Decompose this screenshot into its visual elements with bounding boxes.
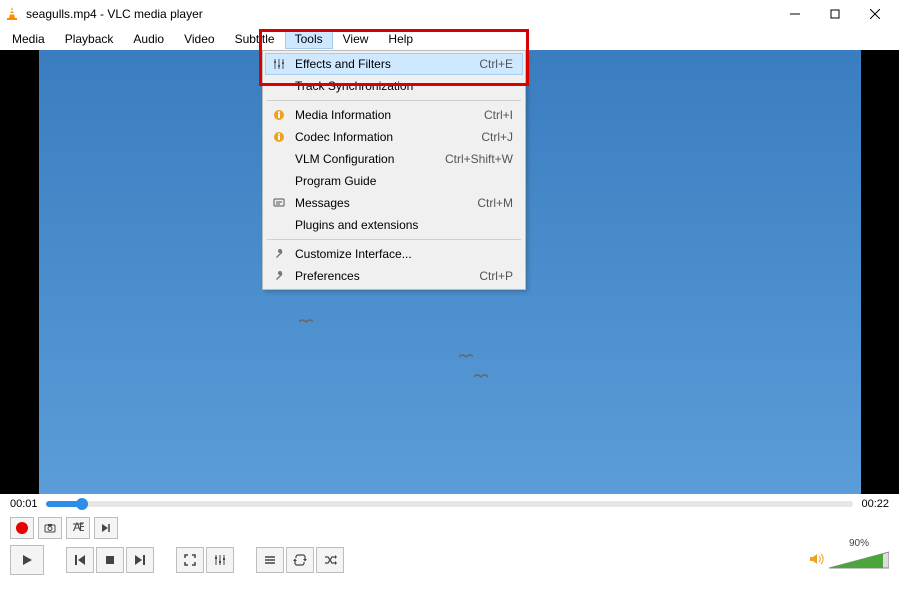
ab-loop-icon: AB (72, 522, 84, 534)
wrench-icon (269, 248, 289, 260)
snapshot-button[interactable] (38, 517, 62, 539)
close-button[interactable] (855, 2, 895, 26)
dd-label: Preferences (289, 269, 479, 283)
minimize-button[interactable] (775, 2, 815, 26)
shuffle-button[interactable] (316, 547, 344, 573)
menu-playback[interactable]: Playback (55, 29, 124, 49)
playlist-button[interactable] (256, 547, 284, 573)
menu-subtitle[interactable]: Subtitle (225, 29, 285, 49)
bird-icon (459, 350, 473, 358)
time-elapsed[interactable]: 00:01 (10, 498, 38, 510)
stop-button[interactable] (96, 547, 124, 573)
menu-customize[interactable]: Customize Interface... (265, 243, 523, 265)
menu-view[interactable]: View (333, 29, 379, 49)
dd-label: Plugins and extensions (289, 218, 513, 232)
dd-shortcut: Ctrl+M (477, 196, 519, 210)
menu-audio[interactable]: Audio (123, 29, 174, 49)
dd-shortcut: Ctrl+Shift+W (445, 152, 519, 166)
info-icon (269, 109, 289, 121)
advanced-controls: AB (0, 514, 899, 542)
play-button[interactable] (10, 545, 44, 575)
info-icon (269, 131, 289, 143)
prev-icon (73, 553, 87, 567)
dd-shortcut: Ctrl+E (479, 57, 519, 71)
menu-bar: Media Playback Audio Video Subtitle Tool… (0, 28, 899, 50)
sliders-icon (269, 58, 289, 70)
messages-icon (269, 197, 289, 209)
dd-label: Codec Information (289, 130, 481, 144)
menu-tools[interactable]: Tools (285, 29, 333, 49)
title-bar: seagulls.mp4 - VLC media player (0, 0, 899, 28)
dd-label: Track Synchronization (289, 79, 513, 93)
dd-shortcut: Ctrl+J (481, 130, 519, 144)
play-icon (20, 553, 34, 567)
dd-label: Effects and Filters (289, 57, 479, 71)
tools-dropdown: Effects and Filters Ctrl+E Track Synchro… (262, 50, 526, 290)
menu-effects-filters[interactable]: Effects and Filters Ctrl+E (265, 53, 523, 75)
dd-shortcut: Ctrl+I (484, 108, 519, 122)
frame-step-icon (100, 522, 112, 534)
playlist-icon (263, 553, 277, 567)
stop-icon (103, 553, 117, 567)
separator (267, 100, 521, 101)
next-icon (133, 553, 147, 567)
menu-track-sync[interactable]: Track Synchronization (265, 75, 523, 97)
frame-step-button[interactable] (94, 517, 118, 539)
separator (267, 239, 521, 240)
main-controls: 90% (0, 542, 899, 578)
volume-control: 90% (809, 550, 889, 570)
menu-media[interactable]: Media (2, 29, 55, 49)
menu-help[interactable]: Help (378, 29, 423, 49)
menu-codec-info[interactable]: Codec Information Ctrl+J (265, 126, 523, 148)
menu-media-info[interactable]: Media Information Ctrl+I (265, 104, 523, 126)
window-title: seagulls.mp4 - VLC media player (26, 7, 775, 21)
record-icon (16, 522, 28, 534)
seek-thumb[interactable] (76, 498, 88, 510)
wrench-icon (269, 270, 289, 282)
sliders-icon (213, 553, 227, 567)
loop-ab-button[interactable]: AB (66, 517, 90, 539)
seek-bar-row: 00:01 00:22 (0, 494, 899, 514)
menu-video[interactable]: Video (174, 29, 224, 49)
ext-settings-button[interactable] (206, 547, 234, 573)
dd-label: Media Information (289, 108, 484, 122)
volume-percent: 90% (849, 538, 869, 549)
camera-icon (44, 522, 56, 534)
dd-shortcut: Ctrl+P (479, 269, 519, 283)
prev-button[interactable] (66, 547, 94, 573)
menu-plugins[interactable]: Plugins and extensions (265, 214, 523, 236)
seek-bar[interactable] (46, 501, 854, 507)
menu-vlm-config[interactable]: VLM Configuration Ctrl+Shift+W (265, 148, 523, 170)
dd-label: VLM Configuration (289, 152, 445, 166)
dd-label: Customize Interface... (289, 247, 513, 261)
menu-program-guide[interactable]: Program Guide (265, 170, 523, 192)
loop-button[interactable] (286, 547, 314, 573)
dd-label: Program Guide (289, 174, 513, 188)
dd-label: Messages (289, 196, 477, 210)
fullscreen-button[interactable] (176, 547, 204, 573)
volume-slider[interactable]: 90% (829, 550, 889, 570)
record-button[interactable] (10, 517, 34, 539)
menu-messages[interactable]: Messages Ctrl+M (265, 192, 523, 214)
menu-preferences[interactable]: Preferences Ctrl+P (265, 265, 523, 287)
vlc-cone-icon (4, 6, 20, 22)
shuffle-icon (323, 553, 337, 567)
fullscreen-icon (183, 553, 197, 567)
maximize-button[interactable] (815, 2, 855, 26)
bird-icon (474, 370, 488, 378)
time-total[interactable]: 00:22 (861, 498, 889, 510)
speaker-icon[interactable] (809, 552, 825, 569)
bird-icon (299, 315, 313, 323)
next-button[interactable] (126, 547, 154, 573)
loop-icon (293, 553, 307, 567)
